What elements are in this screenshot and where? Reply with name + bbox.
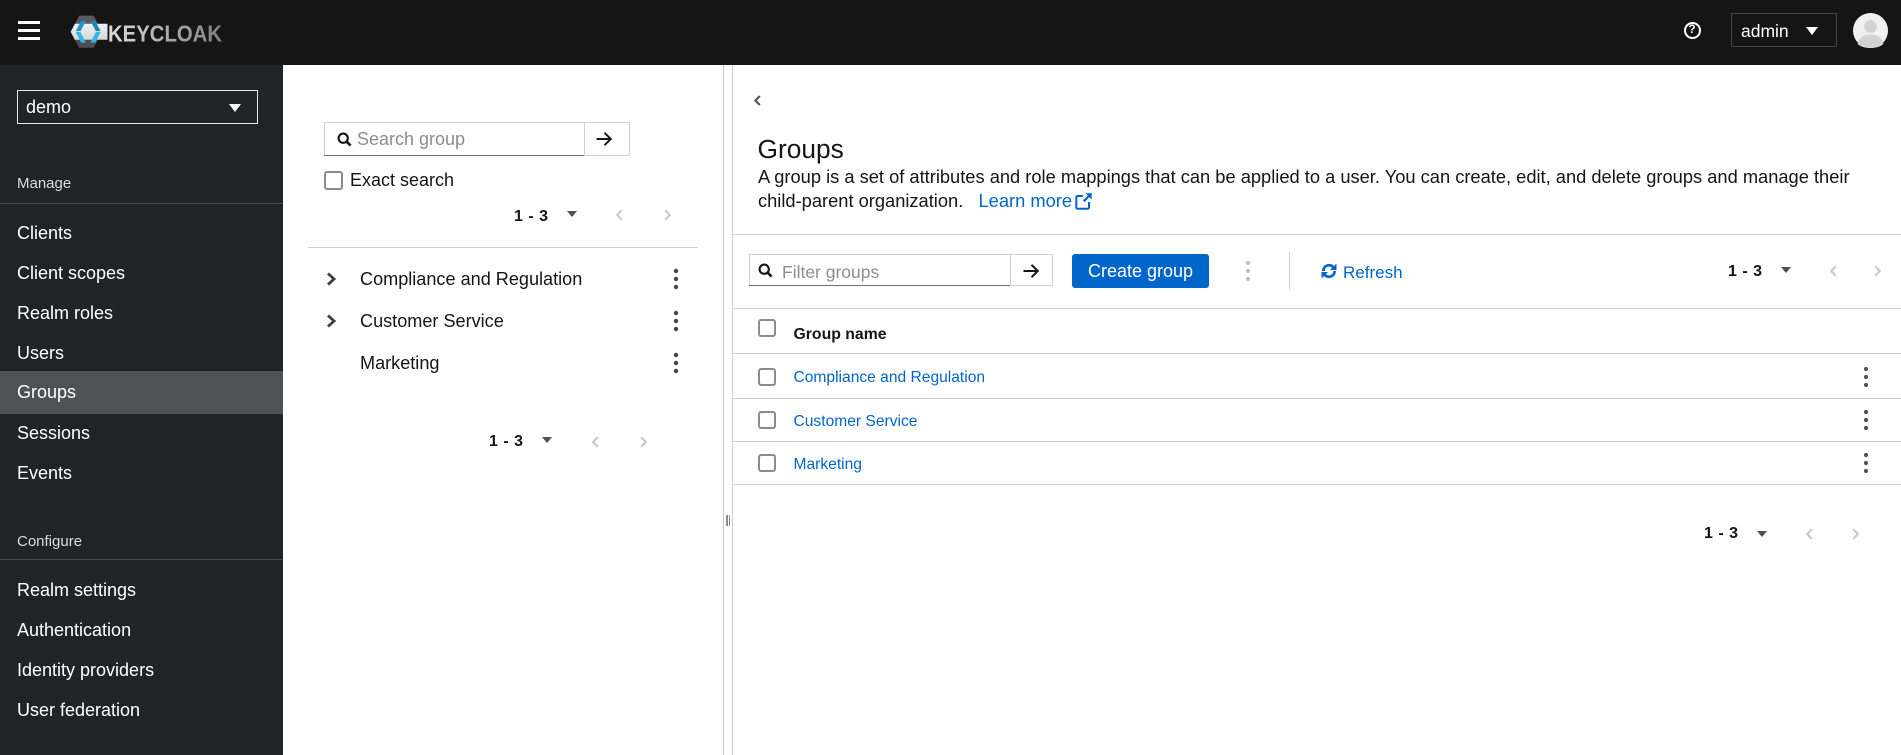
svg-text:KEYCLOAK: KEYCLOAK — [108, 21, 222, 47]
